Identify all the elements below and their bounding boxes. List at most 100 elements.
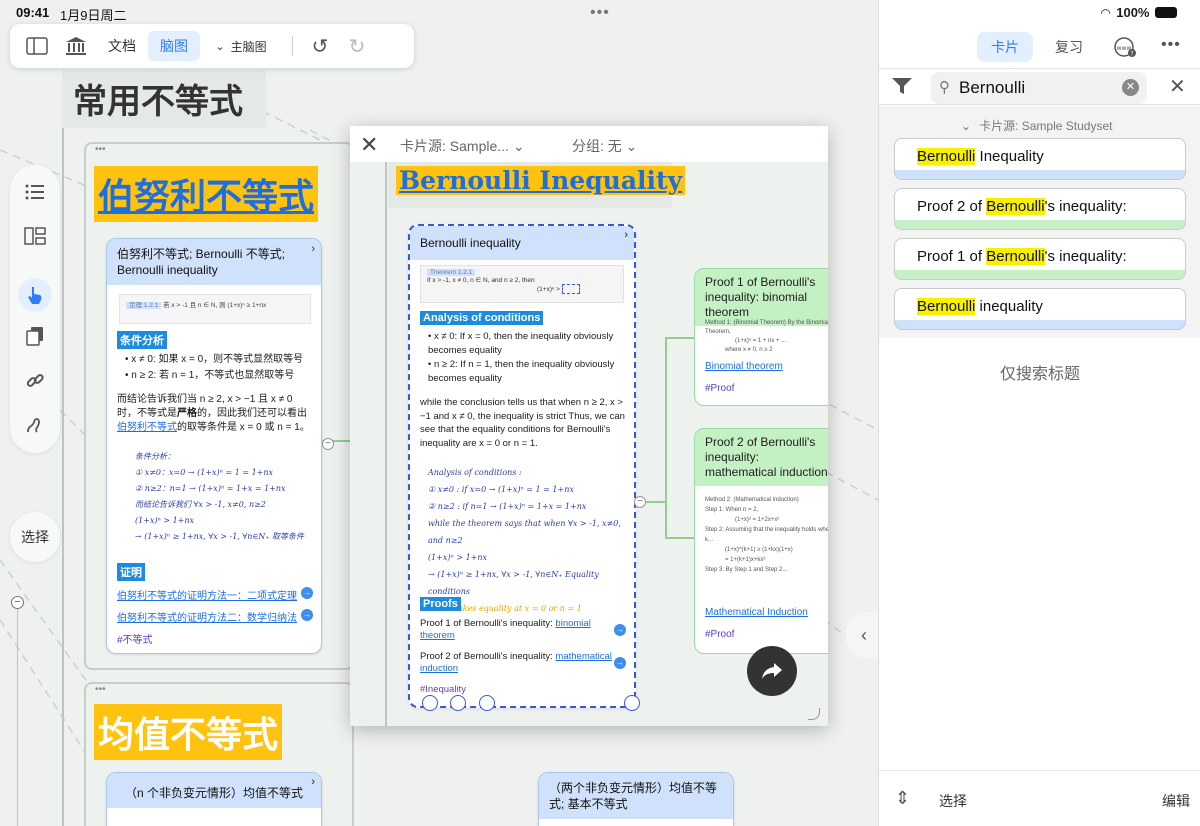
close-icon[interactable]: ✕: [1169, 74, 1186, 99]
handwritten-notes: 条件分析： ① x≠0：x=0 → (1+x)ⁿ = 1 = 1+nx ② n≥2：…: [135, 449, 315, 545]
card-search-panel: ◠ 100% 卡片 复习 www? ••• ⚲ Bernoulli ✕ ✕ ⌄ 卡片…: [878, 0, 1200, 826]
resize-corner-icon[interactable]: [808, 708, 820, 720]
handwritten-line: Analysis of conditions :: [428, 468, 522, 477]
divider: [879, 68, 1200, 69]
proof-card-2[interactable]: Proof 2 of Bernoulli's inequality: mathe…: [694, 428, 828, 654]
arrow-right-icon: →: [301, 587, 313, 599]
connect-handle-icon[interactable]: [450, 695, 466, 711]
tab-review[interactable]: 复习: [1041, 32, 1097, 62]
tag[interactable]: #Proof: [705, 383, 734, 394]
chevron-down-icon: ⌄: [961, 119, 972, 133]
collapse-icon[interactable]: −: [634, 496, 646, 508]
redo-icon[interactable]: ↻: [337, 31, 377, 61]
topic-title-bernoulli[interactable]: 伯努利不等式: [94, 166, 319, 222]
tool-column: [10, 165, 60, 453]
drag-handle-icon[interactable]: •••: [95, 684, 106, 695]
proof-link-2[interactable]: 伯努利不等式的证明方法二：数学归纳法 →: [117, 609, 313, 624]
filter-icon[interactable]: [891, 76, 915, 98]
preview-canvas[interactable]: Bernoulli Inequality Bernoulli inequalit…: [350, 162, 828, 726]
pen-icon[interactable]: [22, 412, 48, 438]
chevron-left-icon[interactable]: ‹: [846, 612, 878, 658]
theorem-image: Theorem 1.2.1 If x > -1, x ≠ 0, n ∈ N, a…: [420, 265, 624, 303]
result-card[interactable]: Bernoulli inequality: [894, 288, 1186, 330]
more-icon[interactable]: •••: [1161, 36, 1181, 54]
link[interactable]: Mathematical Induction: [705, 607, 808, 618]
group-selector[interactable]: 分组: 无 ⌄: [572, 136, 637, 156]
divider: [879, 770, 1200, 771]
handwritten-line: (1+x)ⁿ > 1+nx: [428, 553, 488, 562]
arrow-right-icon: →: [614, 657, 626, 669]
link-icon[interactable]: [22, 368, 48, 394]
tag[interactable]: #不等式: [117, 631, 153, 646]
edit-button[interactable]: 编辑: [1162, 791, 1190, 811]
tab-cards[interactable]: 卡片: [977, 32, 1033, 62]
chevron-right-icon[interactable]: ›: [624, 229, 628, 241]
pointer-tool-icon[interactable]: [18, 278, 52, 312]
main-map-selector[interactable]: ⌄ 主脑图: [200, 31, 282, 61]
handwritten-line: ② n≥2 : if n=1 → (1+x)ⁿ = 1+x = 1+nx: [428, 502, 587, 511]
cards-icon[interactable]: [22, 323, 48, 349]
share-icon[interactable]: [747, 646, 797, 696]
multitask-dots-icon[interactable]: •••: [590, 4, 610, 22]
preview-title[interactable]: Bernoulli Inequality: [396, 166, 686, 195]
card-mean-n[interactable]: （n 个非负变元情形）均值不等式 ›: [106, 772, 322, 826]
layout-icon[interactable]: [22, 223, 48, 249]
source-filter[interactable]: ⌄ 卡片源: Sample Studyset: [961, 117, 1112, 134]
proofs-title: Proofs: [420, 594, 461, 612]
search-input[interactable]: ⚲ Bernoulli ✕: [931, 72, 1147, 104]
tab-mindmap[interactable]: 脑图: [148, 31, 200, 61]
collapse-icon[interactable]: −: [11, 596, 24, 609]
web-help-icon[interactable]: www?: [1113, 36, 1137, 58]
proof-link-2[interactable]: Proof 2 of Bernoulli's inequality: mathe…: [420, 651, 626, 675]
tag[interactable]: #Inequality: [420, 684, 466, 695]
collapse-icon[interactable]: −: [322, 438, 334, 450]
handwritten-line: while the theorem says that when ∀x > -1…: [428, 519, 621, 545]
clear-icon[interactable]: ✕: [1122, 79, 1139, 96]
chevron-down-icon: ⌄: [215, 40, 225, 53]
proof-link-1[interactable]: 伯努利不等式的证明方法一：二项式定理 →: [117, 587, 313, 602]
chevron-right-icon[interactable]: ›: [311, 776, 315, 788]
arrow-right-icon: →: [614, 624, 626, 636]
proof-card-1[interactable]: Proof 1 of Bernoulli's inequality: binom…: [694, 268, 828, 406]
list-icon[interactable]: [22, 179, 48, 205]
resize-rows-icon[interactable]: ⇕: [895, 788, 910, 809]
handwritten-line: ① x≠0 : if x=0 → (1+x)ⁿ = 1 = 1+nx: [428, 485, 574, 494]
wifi-icon: ◠: [1101, 5, 1111, 20]
comment-handle-icon[interactable]: [422, 695, 438, 711]
select-button[interactable]: 选择: [10, 512, 60, 562]
drag-handle-icon[interactable]: •••: [95, 144, 106, 155]
chevron-right-icon[interactable]: ›: [311, 243, 315, 255]
source-selector[interactable]: 卡片源: Sample... ⌄: [400, 136, 525, 156]
expand-handle-icon[interactable]: [479, 695, 495, 711]
sidebar-toggle-icon[interactable]: [18, 31, 56, 61]
mindmap-canvas[interactable]: 09:41 1月9日周二 ••• 常用不等式 ••• 伯努利不等式 伯努利不等式…: [0, 0, 878, 826]
result-card[interactable]: Proof 2 of Bernoulli's inequality:: [894, 188, 1186, 230]
map-title[interactable]: 常用不等式: [73, 74, 243, 123]
result-card[interactable]: Proof 1 of Bernoulli's inequality:: [894, 238, 1186, 280]
undo-icon[interactable]: ↺: [303, 31, 337, 61]
card-bernoulli-zh[interactable]: 伯努利不等式; Bernoulli 不等式; Bernoulli inequal…: [106, 238, 322, 654]
tab-document[interactable]: 文档: [96, 31, 148, 61]
close-icon[interactable]: ✕: [360, 132, 378, 158]
card-header: Proof 1 of Bernoulli's inequality: binom…: [695, 269, 828, 326]
card-preview-panel: ✕ 卡片源: Sample... ⌄ 分组: 无 ⌄ Bernoulli Ine…: [350, 126, 828, 726]
chevron-down-icon: ⌄: [512, 138, 525, 154]
link[interactable]: Binomial theorem: [705, 361, 783, 372]
tag[interactable]: #Proof: [705, 629, 734, 640]
select-button[interactable]: 选择: [939, 791, 967, 811]
card-mean-two[interactable]: （两个非负变元情形）均值不等式; 基本不等式: [538, 772, 734, 826]
topic-title-mean[interactable]: 均值不等式: [94, 704, 283, 760]
library-icon[interactable]: [56, 31, 96, 61]
preview-card-bernoulli[interactable]: Bernoulli inequality › Theorem 1.2.1 If …: [408, 224, 636, 708]
handwritten-line: 条件分析：: [135, 452, 175, 461]
top-toolbar: 文档 脑图 ⌄ 主脑图 ↺ ↻: [10, 24, 414, 68]
result-card[interactable]: Bernoulli Inequality: [894, 138, 1186, 180]
handwritten-line: → (1+x)ⁿ ≥ 1+nx, ∀x > -1, ∀n∈N₊ 取等条件: [135, 532, 305, 541]
bottom-bar: ⇕ 选择 编辑: [879, 770, 1200, 826]
analysis-title: Analysis of conditions: [420, 308, 544, 326]
proof-link-1[interactable]: Proof 1 of Bernoulli's inequality: binom…: [420, 618, 626, 642]
cond-paragraph: 而结论告诉我们当 n ≥ 2, x > −1 且 x ≠ 0 时，不等式是严格的…: [117, 394, 310, 433]
card-header: 伯努利不等式; Bernoulli 不等式; Bernoulli inequal…: [107, 239, 321, 285]
title-only-label[interactable]: 仅搜索标题: [879, 360, 1200, 384]
cond-title: 条件分析: [117, 331, 167, 349]
